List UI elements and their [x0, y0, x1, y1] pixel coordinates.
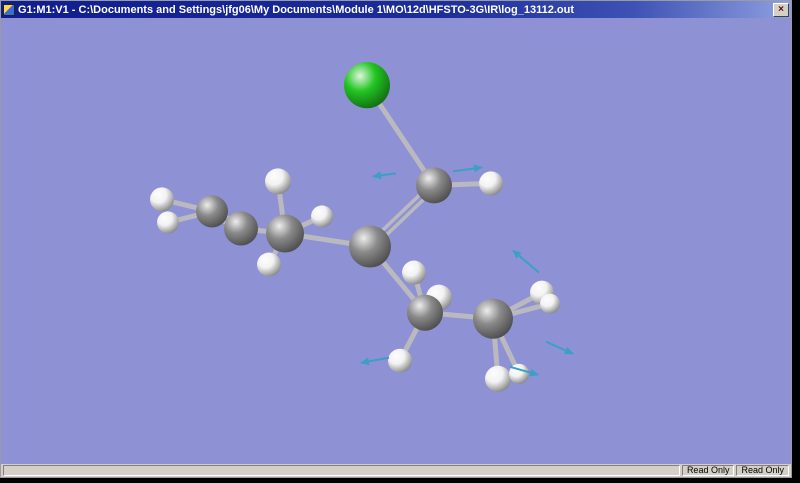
atom-Cl[interactable] — [344, 62, 390, 109]
atom-C[interactable] — [224, 211, 258, 246]
atom-C[interactable] — [416, 167, 452, 204]
atom-C[interactable] — [196, 195, 228, 228]
status-readonly-1: Read Only — [681, 465, 735, 476]
atom-C[interactable] — [473, 298, 513, 339]
atom-H[interactable] — [479, 171, 503, 196]
status-readonly-2: Read Only — [736, 465, 789, 476]
atom-H[interactable] — [257, 252, 281, 277]
atom-C[interactable] — [266, 214, 304, 253]
atom-C[interactable] — [407, 294, 443, 331]
atom-H[interactable] — [150, 187, 174, 212]
close-button[interactable]: × — [773, 2, 789, 17]
displacement-arrow — [360, 356, 390, 366]
displacement-arrow — [512, 249, 540, 274]
atom-C[interactable] — [349, 225, 391, 268]
displacement-arrow — [372, 171, 397, 180]
atom-H[interactable] — [157, 211, 179, 234]
displacement-arrow — [452, 164, 483, 173]
status-message-panel — [3, 465, 680, 476]
atom-H[interactable] — [311, 205, 333, 228]
atom-H[interactable] — [402, 260, 426, 285]
atom-H[interactable] — [540, 293, 560, 314]
atom-H[interactable] — [265, 168, 291, 195]
app-icon — [3, 3, 15, 16]
molecule-viewport — [1, 18, 791, 464]
window-title: G1:M1:V1 - C:\Documents and Settings\jfg… — [18, 3, 574, 16]
atom-H[interactable] — [388, 348, 412, 373]
molecule-canvas[interactable] — [1, 18, 791, 464]
statusbar: Read Only Read Only — [1, 464, 791, 477]
displacement-arrow — [545, 340, 574, 355]
titlebar[interactable]: G1:M1:V1 - C:\Documents and Settings\jfg… — [1, 1, 791, 18]
atom-H[interactable] — [485, 365, 511, 392]
app-window: G1:M1:V1 - C:\Documents and Settings\jfg… — [0, 0, 792, 478]
